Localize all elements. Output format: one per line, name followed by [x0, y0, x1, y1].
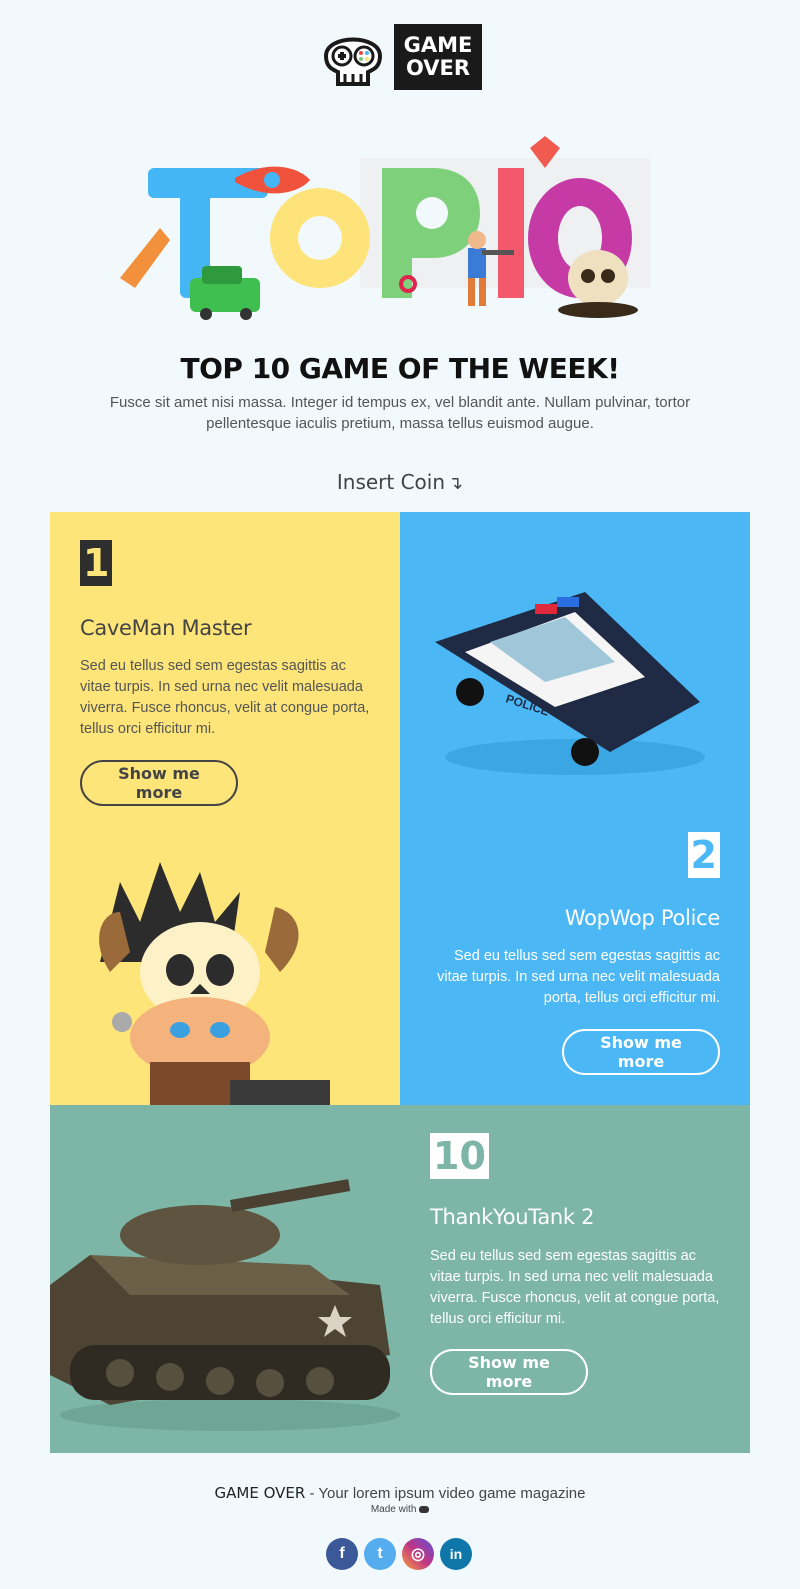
- insert-coin: Insert Coin ↴: [0, 470, 800, 494]
- game-description: Sed eu tellus sed sem egestas sagittis a…: [437, 948, 720, 1006]
- logo-wordmark: GAME OVER: [394, 24, 482, 90]
- footer: GAME OVER - Your lorem ipsum video game …: [0, 1484, 800, 1502]
- show-more-button[interactable]: Show me more: [80, 760, 238, 806]
- logo-line-2: OVER: [405, 56, 471, 80]
- page-title: TOP 10 GAME OF THE WEEK!: [180, 352, 620, 385]
- intro-text: Fusce sit amet nisi massa. Integer id te…: [109, 394, 691, 432]
- brand-logo[interactable]: GAME OVER: [318, 24, 482, 90]
- arrow-down-icon: ↴: [448, 473, 464, 494]
- game-title: CaveMan Master: [80, 616, 252, 640]
- footer-brand: GAME OVER: [214, 1484, 306, 1502]
- made-with: Made with: [0, 1504, 800, 1515]
- game-card-10: 10 ThankYouTank 2 Sed eu tellus sed sem …: [50, 1105, 750, 1453]
- rank-badge: 10: [430, 1133, 489, 1179]
- game-card-2: POLICE 2 WopWop Police Sed eu tellus sed…: [400, 512, 750, 1105]
- game-card-1: 1 CaveMan Master Sed eu tellus sed sem e…: [50, 512, 400, 1105]
- social-links: f t ◎ in: [326, 1538, 472, 1570]
- made-with-label: Made with: [370, 1504, 417, 1515]
- facebook-icon[interactable]: f: [326, 1538, 358, 1570]
- police-car-image: POLICE: [435, 592, 705, 775]
- game-title: WopWop Police: [564, 906, 720, 930]
- rank-badge: 2: [687, 832, 720, 878]
- show-more-button[interactable]: Show me more: [562, 1029, 720, 1075]
- twitter-icon[interactable]: t: [364, 1538, 396, 1570]
- linkedin-icon[interactable]: in: [440, 1538, 472, 1570]
- gamepad-icon: [419, 1505, 430, 1513]
- show-more-button[interactable]: Show me more: [430, 1349, 588, 1395]
- game-description: Sed eu tellus sed sem egestas sagittis a…: [80, 658, 370, 737]
- game-description: Sed eu tellus sed sem egestas sagittis a…: [430, 1248, 720, 1327]
- rank-badge: 1: [80, 540, 113, 586]
- logo-line-1: GAME: [403, 33, 473, 57]
- hero-top10-illustration: [120, 136, 650, 320]
- skull-gamepad-icon: [323, 37, 383, 86]
- instagram-icon[interactable]: ◎: [402, 1538, 434, 1570]
- tank-image: [50, 1179, 400, 1431]
- insert-coin-label: Insert Coin: [336, 470, 446, 494]
- game-title: ThankYouTank 2: [430, 1205, 595, 1229]
- caveman-character-image: [99, 862, 330, 1105]
- footer-tagline: - Your lorem ipsum video game magazine: [305, 1485, 586, 1502]
